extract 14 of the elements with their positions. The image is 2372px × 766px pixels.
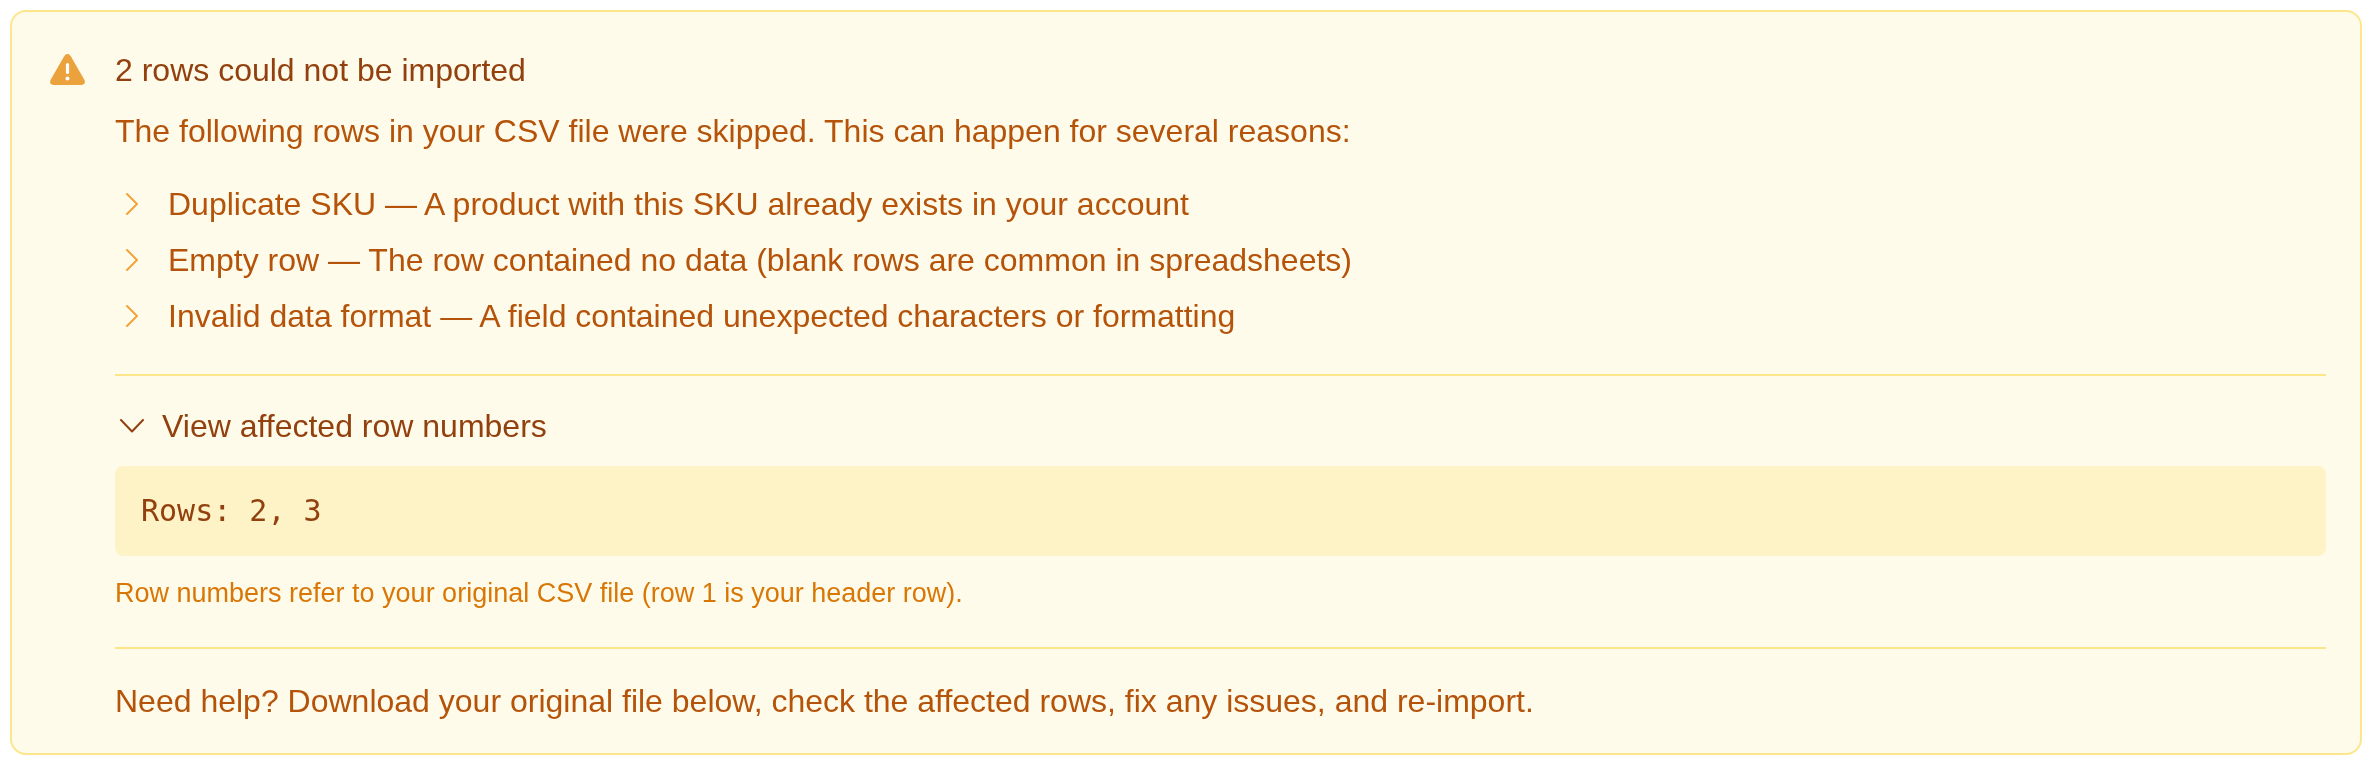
help-text: Need help? Download your original file below, check the affected rows, fix any issues, and re-import. bbox=[115, 682, 1535, 721]
chevron-icon bbox=[126, 305, 138, 327]
chevron-icon bbox=[126, 193, 138, 215]
chevron-icon bbox=[120, 419, 144, 433]
footnote-text: Row numbers refer to your original CSV file (row 1 is your header row). bbox=[115, 577, 964, 609]
alert-title: 2 rows could not be imported bbox=[115, 51, 527, 90]
reason-text: Invalid data format — A field contained unexpected characters or formatting bbox=[168, 297, 1236, 336]
reason-text: Empty row — The row contained no data (blank rows are common in spreadsheets) bbox=[168, 241, 1352, 280]
disclosure-toggle[interactable]: View affected row numbers bbox=[115, 406, 547, 446]
reason-text: Duplicate SKU — A product with this SKU already exists in your account bbox=[168, 185, 1189, 224]
warning-icon bbox=[50, 54, 85, 85]
row-numbers: Rows: 2, 3 bbox=[115, 466, 2326, 556]
alert-description: The following rows in your CSV file were skipped. This can happen for several reasons: bbox=[115, 112, 1352, 151]
chevron-icon bbox=[126, 249, 138, 271]
